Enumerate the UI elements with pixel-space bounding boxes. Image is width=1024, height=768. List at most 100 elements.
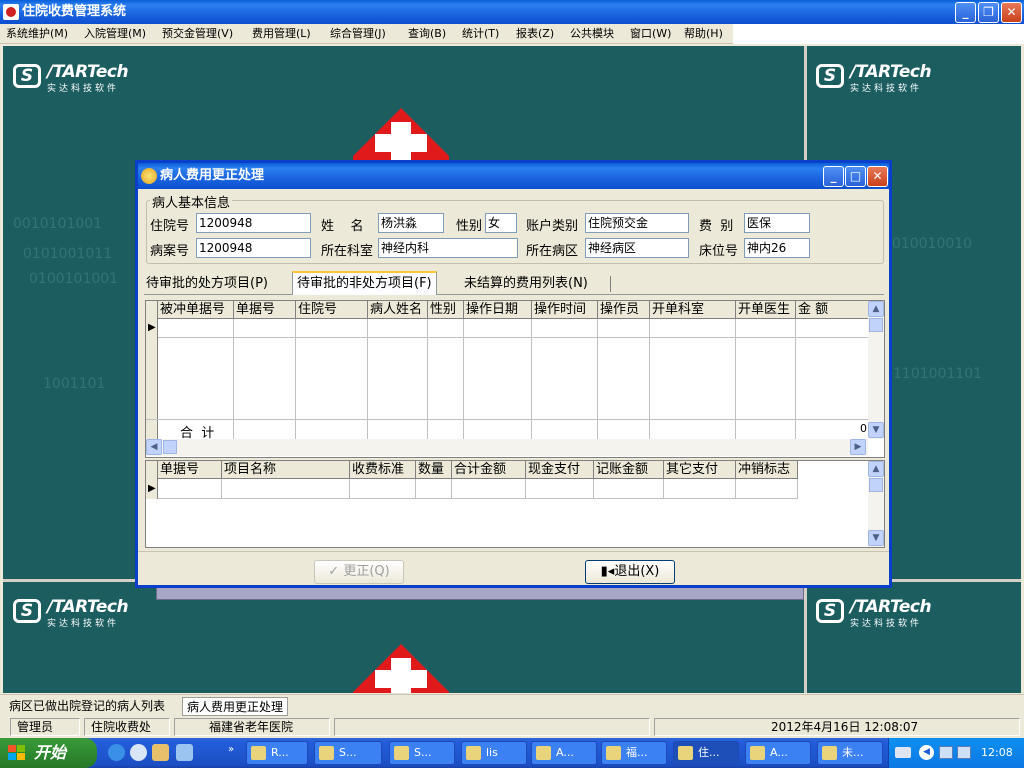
scroll-thumb[interactable] xyxy=(869,478,883,492)
minimize-icon[interactable]: _ xyxy=(955,2,976,23)
quicklaunch-app-icon[interactable] xyxy=(176,744,193,761)
account-type-field[interactable]: 住院预交金 xyxy=(585,213,689,233)
scroll-up-icon[interactable]: ▲ xyxy=(868,301,884,317)
column-header[interactable]: 操作时间 xyxy=(532,301,598,319)
scroll-up-icon[interactable]: ▲ xyxy=(868,461,884,477)
column-header[interactable]: 开单科室 xyxy=(650,301,736,319)
menu-query[interactable]: 查询(B) xyxy=(408,26,446,42)
background-pattern: 1010010010 xyxy=(883,236,973,252)
column-header[interactable]: 冲销标志 xyxy=(736,461,798,479)
tab-unsettled-fees[interactable]: 未结算的费用列表(N) xyxy=(460,273,592,295)
startech-logo: S/TARTech 实达科技软件 xyxy=(816,597,946,629)
fee-type-label: 费 别 xyxy=(699,219,734,234)
menu-deposit[interactable]: 预交金管理(V) xyxy=(162,26,233,42)
menu-stats[interactable]: 统计(T) xyxy=(462,26,499,42)
browser-icon[interactable] xyxy=(130,744,147,761)
department-field[interactable]: 神经内科 xyxy=(378,238,518,258)
scroll-right-icon[interactable]: ▶ xyxy=(850,439,866,455)
fee-type-field[interactable]: 医保 xyxy=(744,213,810,233)
correct-button[interactable]: ✓ 更正(Q) xyxy=(314,560,404,584)
department-label: 所在科室 xyxy=(321,244,374,259)
taskbar-item[interactable]: A... xyxy=(531,741,597,765)
close-icon[interactable]: ✕ xyxy=(1001,2,1022,23)
sex-field[interactable]: 女 xyxy=(485,213,517,233)
keyboard-icon[interactable] xyxy=(895,747,911,758)
name-label: 姓 名 xyxy=(321,219,364,234)
ward-field[interactable]: 神经病区 xyxy=(585,238,689,258)
horizontal-scrollbar[interactable]: ◀ ▶ xyxy=(146,439,868,456)
vertical-scrollbar[interactable]: ▲ ▼ xyxy=(868,301,884,439)
taskbar-item[interactable]: 未... xyxy=(817,741,883,765)
bed-no-field[interactable]: 神内26 xyxy=(744,238,810,258)
scroll-thumb[interactable] xyxy=(869,318,883,332)
column-header[interactable]: 收费标准 xyxy=(350,461,416,479)
column-header[interactable]: 记账金额 xyxy=(594,461,664,479)
case-no-field[interactable]: 1200948 xyxy=(196,238,311,258)
menu-window[interactable]: 窗口(W) xyxy=(630,26,671,42)
name-field[interactable]: 杨洪淼 xyxy=(378,213,444,233)
status-datetime: 2012年4月16日 12:08:07 xyxy=(654,718,1020,736)
start-button[interactable]: 开始 xyxy=(0,738,97,768)
column-header[interactable]: 性别 xyxy=(428,301,464,319)
clock[interactable]: 12:08 xyxy=(981,738,1013,768)
doc-tab-fee-correction[interactable]: 病人费用更正处理 xyxy=(182,697,289,716)
column-header[interactable]: 操作日期 xyxy=(464,301,532,319)
item-details-grid[interactable]: 单据号 项目名称 收费标准 数量 合计金额 现金支付 记账金额 其它支付 冲销标… xyxy=(145,460,885,548)
pending-items-grid[interactable]: 被冲单据号 单据号 住院号 病人姓名 性别 操作日期 操作时间 操作员 开单科室… xyxy=(145,300,885,458)
table-row[interactable] xyxy=(158,319,868,338)
column-header[interactable]: 操作员 xyxy=(598,301,650,319)
doc-tab-discharged-list[interactable]: 病区已做出院登记的病人列表 xyxy=(5,697,169,716)
tab-non-prescription-items[interactable]: 待审批的非处方项目(F) xyxy=(292,271,437,295)
taskbar-item[interactable]: 福... xyxy=(601,741,667,765)
column-header[interactable]: 开单医生 xyxy=(736,301,796,319)
vertical-scrollbar[interactable]: ▲ ▼ xyxy=(868,461,884,547)
scroll-down-icon[interactable]: ▼ xyxy=(868,422,884,438)
column-header[interactable]: 被冲单据号 xyxy=(158,301,234,319)
column-header[interactable]: 住院号 xyxy=(296,301,368,319)
menu-fee[interactable]: 费用管理(L) xyxy=(252,26,311,42)
restore-icon[interactable]: ❐ xyxy=(978,2,999,23)
taskbar-item[interactable]: A... xyxy=(745,741,811,765)
menu-admission[interactable]: 入院管理(M) xyxy=(84,26,146,42)
column-header[interactable]: 其它支付 xyxy=(664,461,736,479)
exit-button[interactable]: ▮◂退出(X) xyxy=(585,560,675,584)
network-icon[interactable] xyxy=(957,746,971,759)
scroll-down-icon[interactable]: ▼ xyxy=(868,530,884,546)
taskbar-item[interactable]: S... xyxy=(314,741,382,765)
current-row-marker-icon: ▶ xyxy=(148,483,156,494)
scroll-left-icon[interactable]: ◀ xyxy=(146,439,162,455)
menu-report[interactable]: 报表(Z) xyxy=(516,26,554,42)
exit-button-label: 退出(X) xyxy=(614,564,660,579)
maximize-icon[interactable]: □ xyxy=(845,166,866,187)
menu-system[interactable]: 系统维护(M) xyxy=(6,26,68,42)
taskbar-item[interactable]: lis xyxy=(461,741,527,765)
taskbar-item[interactable]: R... xyxy=(246,741,308,765)
column-header[interactable]: 现金支付 xyxy=(526,461,594,479)
inpatient-no-field[interactable]: 1200948 xyxy=(196,213,311,233)
tray-expand-icon[interactable]: ◀ xyxy=(919,745,934,760)
windows-taskbar: 开始 » R... S... S... lis A... 福... 住... A… xyxy=(0,738,1024,768)
column-header[interactable]: 数量 xyxy=(416,461,452,479)
column-header[interactable]: 病人姓名 xyxy=(368,301,428,319)
tab-prescription-items[interactable]: 待审批的处方项目(P) xyxy=(142,273,272,295)
column-header[interactable]: 项目名称 xyxy=(222,461,350,479)
column-header[interactable]: 单据号 xyxy=(158,461,222,479)
menu-help[interactable]: 帮助(H) xyxy=(684,26,723,42)
quicklaunch-more-icon[interactable]: » xyxy=(228,744,234,755)
table-row[interactable] xyxy=(158,479,798,499)
ie-icon[interactable] xyxy=(108,744,125,761)
tab-separator xyxy=(610,276,611,292)
menu-general[interactable]: 综合管理(J) xyxy=(330,26,386,42)
quicklaunch-app-icon[interactable] xyxy=(152,744,169,761)
close-icon[interactable]: ✕ xyxy=(867,166,888,187)
taskbar-item-active[interactable]: 住... xyxy=(673,741,739,765)
network-icon[interactable] xyxy=(939,746,953,759)
column-header[interactable]: 合计金额 xyxy=(452,461,526,479)
taskbar-item[interactable]: S... xyxy=(389,741,455,765)
menu-common[interactable]: 公共模块 xyxy=(570,26,614,42)
column-header[interactable]: 单据号 xyxy=(234,301,296,319)
column-header[interactable]: 金 额 xyxy=(796,301,868,319)
scroll-thumb[interactable] xyxy=(163,440,177,454)
status-blank xyxy=(334,718,650,736)
minimize-icon[interactable]: _ xyxy=(823,166,844,187)
